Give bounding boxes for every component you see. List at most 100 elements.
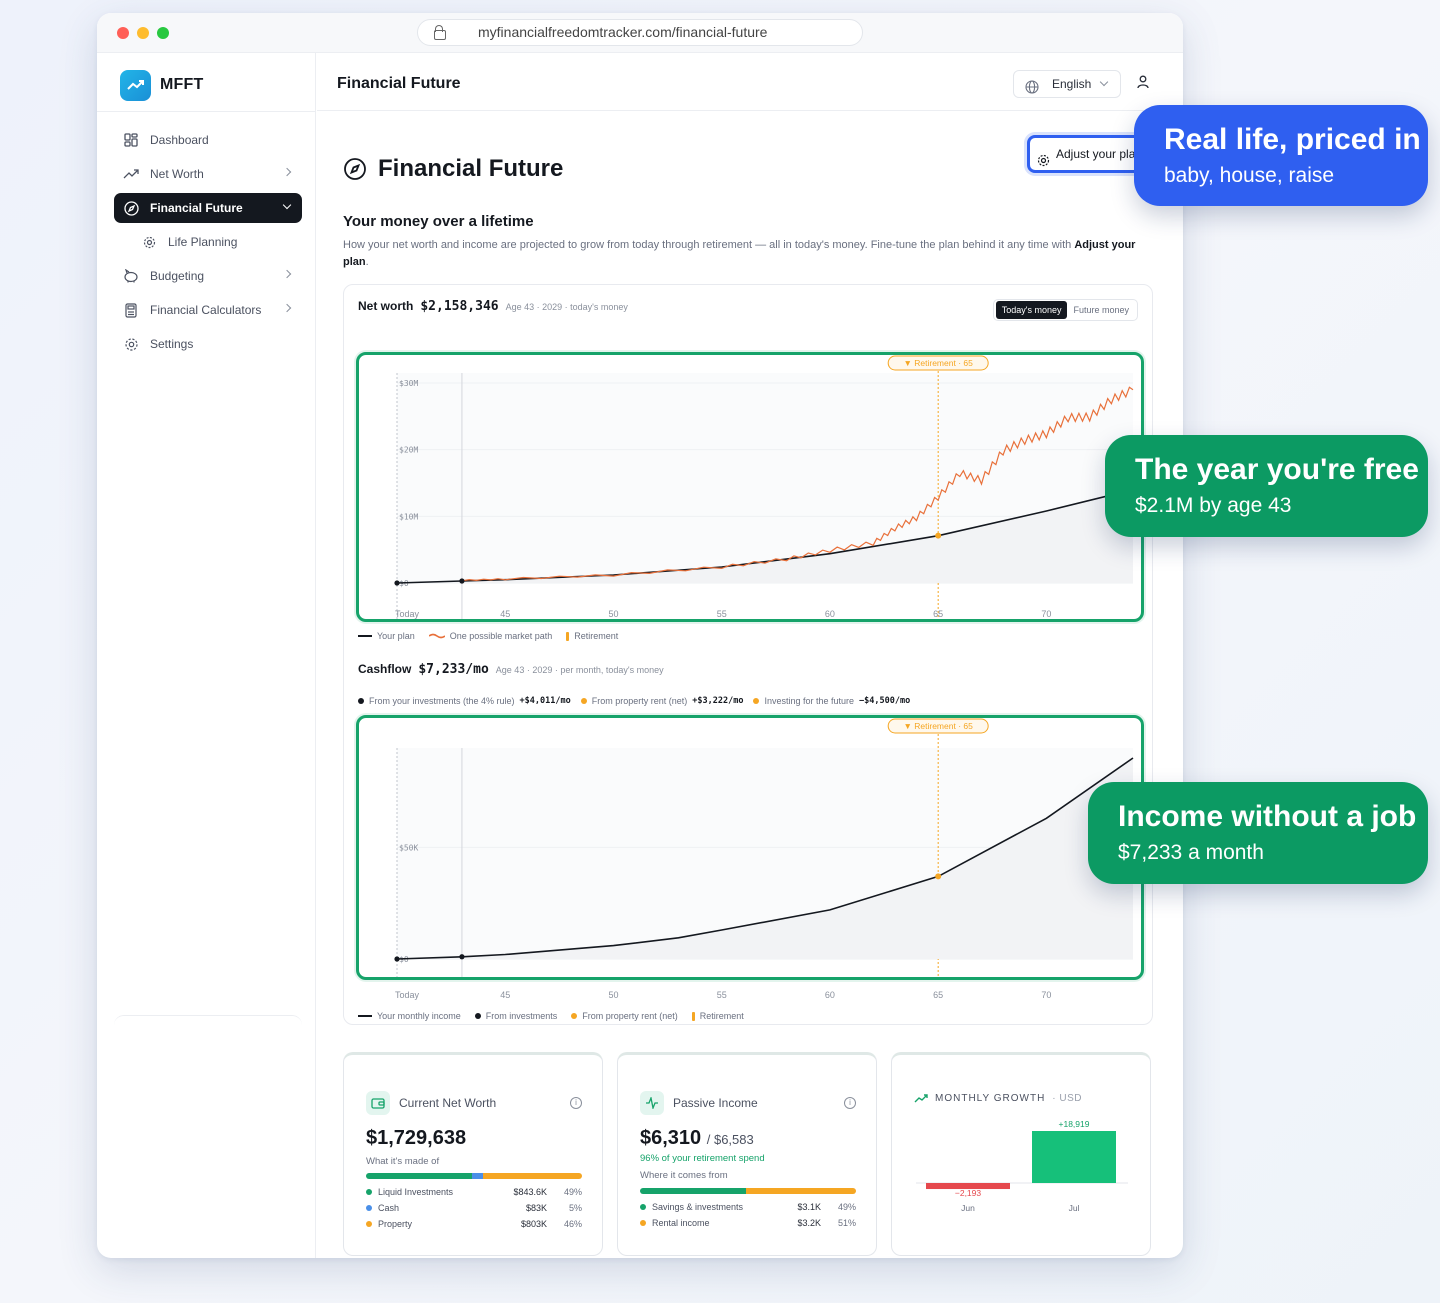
row-percent: 51%	[837, 1218, 856, 1228]
legend-retirement[interactable]: Retirement	[566, 631, 618, 641]
page-title: Financial Future	[343, 155, 563, 183]
bar-data-label: −2,193	[955, 1188, 982, 1198]
language-select[interactable]: English	[1013, 70, 1121, 98]
x-tick-label: 60	[824, 990, 835, 1000]
list-item: Savings & investments $3.1K 49%	[640, 1199, 856, 1215]
legend-swatch	[691, 1011, 695, 1021]
net-worth-chart[interactable]: $30M$20M$10M$0▼ Retirement · 65	[359, 355, 1141, 619]
x-tick-label: 70	[1041, 609, 1052, 619]
section-description: How your net worth and income are projec…	[343, 237, 1153, 271]
stat-header: Passive Income	[640, 1091, 758, 1115]
x-tick-label: 65	[933, 990, 944, 1000]
cashflow-x-axis: Today 45 50 55 60 65 70	[344, 990, 1154, 1004]
legend-your-plan[interactable]: Your plan	[358, 631, 415, 641]
net-worth-value: $2,158,346	[420, 299, 499, 314]
sidebar-item-label: Dashboard	[150, 133, 209, 147]
stat-value: $1,729,638	[366, 1127, 467, 1149]
info-icon[interactable]: i	[844, 1097, 856, 1109]
x-tick-label: 55	[716, 990, 727, 1000]
address-bar[interactable]: myfinancialfreedomtracker.com/financial-…	[417, 19, 863, 46]
callout-income-no-job: Income without a job $7,233 a month	[1088, 782, 1428, 884]
legend-label: Your monthly income	[377, 1011, 461, 1021]
legend-retirement[interactable]: Retirement	[691, 1011, 744, 1021]
stat-subtitle: Where it comes from	[640, 1170, 728, 1181]
section-title: Your money over a lifetime	[343, 213, 534, 230]
x-tick-label: 50	[608, 609, 619, 619]
wallet-icon	[366, 1091, 390, 1115]
cashflow-part-value: +$4,011/mo	[519, 696, 571, 706]
user-icon[interactable]	[1137, 75, 1149, 94]
callout-headline: The year you're free	[1135, 453, 1419, 486]
x-tick-label: 45	[500, 609, 511, 619]
calculator-icon	[123, 302, 139, 318]
toggle-todays-money[interactable]: Today's money	[995, 301, 1068, 319]
legend-label: From property rent (net)	[582, 1011, 678, 1021]
sidebar-item-budgeting[interactable]: Budgeting	[114, 261, 302, 291]
topbar-title: Financial Future	[337, 75, 461, 92]
legend-market-path[interactable]: One possible market path	[428, 631, 553, 641]
today-point	[394, 580, 400, 586]
y-tick-label: $10M	[399, 512, 418, 521]
trending-up-icon	[914, 1094, 928, 1103]
callout-headline: Income without a job	[1118, 800, 1417, 833]
current-net-worth-card: Current Net Worth i $1,729,638 What it's…	[343, 1052, 603, 1256]
legend-label: One possible market path	[449, 631, 553, 641]
chevron-right-icon	[282, 303, 292, 313]
cashflow-part-rent: From property rent (net) +$3,222/mo	[580, 696, 744, 706]
composition-bar	[366, 1173, 582, 1179]
legend-label: Your plan	[377, 631, 415, 641]
net-worth-header: Net worth $2,158,346 Age 43 · 2029 · tod…	[358, 299, 628, 314]
cashflow-chart[interactable]: $50K$0▼ Retirement · 65	[359, 718, 1141, 977]
cashflow-part-investing: Investing for the future −$4,500/mo	[753, 696, 910, 706]
current-point	[459, 578, 465, 584]
gear-icon	[1037, 147, 1050, 170]
bar-segment	[745, 1188, 856, 1194]
cashflow-legend: Your monthly income From investments Fro…	[358, 1011, 744, 1021]
brand-logo-icon	[120, 69, 151, 101]
legend-from-investments[interactable]: From investments	[474, 1011, 557, 1021]
sidebar-item-label: Financial Future	[150, 201, 243, 215]
section-description-end: .	[365, 256, 369, 268]
sidebar-item-financial-calculators[interactable]: Financial Calculators	[114, 295, 302, 325]
x-tick-label: 65	[933, 609, 944, 619]
compass-icon	[344, 158, 366, 180]
row-percent: 49%	[837, 1202, 856, 1212]
legend-monthly-income[interactable]: Your monthly income	[358, 1011, 461, 1021]
retirement-point	[935, 873, 942, 880]
legend-swatch	[358, 698, 364, 704]
sidebar-item-life-planning[interactable]: Life Planning	[114, 227, 302, 257]
row-value: $803K	[520, 1219, 547, 1229]
sidebar-item-settings[interactable]: Settings	[114, 329, 302, 359]
sidebar-item-dashboard[interactable]: Dashboard	[114, 125, 302, 155]
maximize-window-button[interactable]	[157, 27, 169, 39]
toggle-future-money[interactable]: Future money	[1067, 301, 1135, 319]
row-value: $3.1K	[797, 1202, 821, 1212]
page-title-text: Financial Future	[378, 155, 564, 182]
chevron-down-icon	[282, 200, 292, 210]
info-icon[interactable]: i	[570, 1097, 582, 1109]
row-percent: 46%	[563, 1219, 582, 1229]
list-item: Liquid Investments $843.6K 49%	[366, 1184, 582, 1200]
callout-headline: Real life, priced in	[1164, 123, 1421, 156]
brand[interactable]: MFFT	[120, 69, 203, 101]
close-window-button[interactable]	[117, 27, 129, 39]
row-value: $843.6K	[513, 1187, 547, 1197]
minimize-window-button[interactable]	[137, 27, 149, 39]
cashflow-part-value: +$3,222/mo	[692, 696, 744, 706]
retirement-label: ▼ Retirement · 65	[903, 358, 973, 368]
net-worth-chart-frame: $30M $20M $10M $0 ▼ Retirement · 65	[356, 352, 1144, 622]
legend-label: Retirement	[574, 631, 619, 641]
cashflow-part-investments: From your investments (the 4% rule) +$4,0…	[358, 696, 571, 706]
legend-property-rent[interactable]: From property rent (net)	[571, 1011, 678, 1021]
bar-segment	[640, 1188, 746, 1194]
activity-icon	[640, 1091, 664, 1115]
sidebar-item-label: Settings	[150, 337, 194, 351]
callout-priced-in: Real life, priced in baby, house, raise	[1134, 105, 1428, 206]
sidebar-item-net-worth[interactable]: Net Worth	[114, 159, 302, 189]
stat-title: Passive Income	[673, 1096, 758, 1110]
row-label: Liquid Investments	[378, 1187, 454, 1197]
language-value: English	[1052, 77, 1092, 91]
topbar: Financial Future English	[317, 53, 1183, 111]
stat-value-main: $6,310	[640, 1127, 702, 1149]
sidebar-item-financial-future[interactable]: Financial Future	[114, 193, 302, 223]
